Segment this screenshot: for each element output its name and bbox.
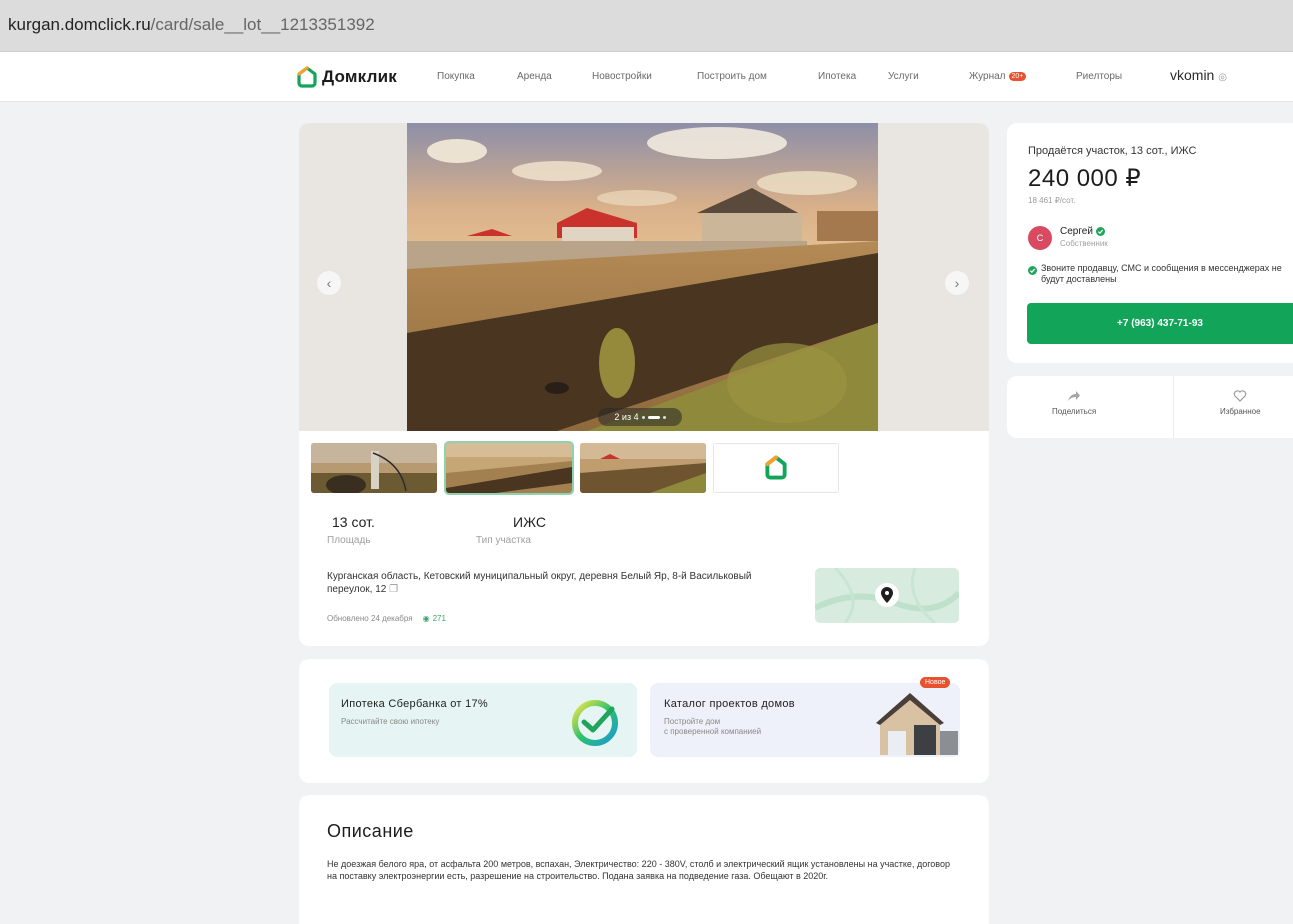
browser-url-bar[interactable]: kurgan.domclick.ru/card/sale__lot__12133… xyxy=(0,0,1293,52)
url-path: /card/sale__lot__1213351392 xyxy=(150,15,375,34)
heart-icon xyxy=(1234,390,1247,402)
gallery-prev-button[interactable]: ‹ xyxy=(317,271,341,295)
catalog-promo-card[interactable]: Каталог проектов домов Постройте дом с п… xyxy=(650,683,960,757)
actions-card: Поделиться Избранное xyxy=(1007,376,1293,438)
nav-item-journal[interactable]: Журнал 20+ xyxy=(969,71,1027,82)
seller-role: Собственник xyxy=(1060,239,1108,248)
partner-name: vkomin xyxy=(1170,67,1215,83)
contact-notice: Звоните продавцу, СМС и сообщения в месс… xyxy=(1028,263,1290,285)
top-navigation: Домклик Покупка Аренда Новостройки Постр… xyxy=(0,52,1293,102)
mortgage-promo-title: Ипотека Сбербанка от 17% xyxy=(341,698,489,710)
price-per-unit: 18 461 ₽/сот. xyxy=(1028,196,1076,205)
seller-avatar[interactable]: С xyxy=(1028,226,1052,250)
gallery-thumbnail-2[interactable] xyxy=(444,441,574,495)
brand-name: Домклик xyxy=(322,67,397,86)
nav-item-new-buildings[interactable]: Новостройки xyxy=(592,71,652,82)
partner-badge-icon: ◎ xyxy=(1218,72,1227,83)
listing-meta: Обновлено 24 декабря ◉ 271 xyxy=(327,614,446,623)
catalog-promo-title: Каталог проектов домов xyxy=(664,698,795,710)
partner-logo[interactable]: vkomin ◎ xyxy=(1170,67,1227,83)
promo-section: Ипотека Сбербанка от 17% Рассчитайте сво… xyxy=(299,659,989,783)
phone-call-button[interactable]: +7 (963) 437-71-93 xyxy=(1027,303,1293,344)
sber-logo-icon xyxy=(572,700,618,746)
thumbnail-image xyxy=(580,443,706,493)
gallery-counter: 2 из 4 xyxy=(598,408,682,426)
listing-info-card: 13 сот. Площадь ИЖС Тип участка Курганск… xyxy=(299,431,989,646)
description-text: Не доезжая белого яра, от асфальта 200 м… xyxy=(327,859,950,881)
nav-item-rent[interactable]: Аренда xyxy=(517,71,552,82)
seller-name[interactable]: Сергей xyxy=(1060,226,1105,237)
plot-type-value: ИЖС xyxy=(513,514,546,530)
mortgage-promo-subtitle: Рассчитайте свою ипотеку xyxy=(341,717,440,726)
plot-type-label: Тип участка xyxy=(476,535,531,546)
nav-item-realtors[interactable]: Риелторы xyxy=(1076,71,1122,82)
eye-icon: ◉ xyxy=(422,614,430,623)
url-text[interactable]: kurgan.domclick.ru/card/sale__lot__12133… xyxy=(8,15,375,35)
share-icon xyxy=(1068,391,1081,401)
gallery-dot xyxy=(662,415,666,419)
gallery-dot xyxy=(641,415,645,419)
gallery-thumbnail-1[interactable] xyxy=(311,443,437,493)
thumbnail-image xyxy=(311,443,437,493)
share-button[interactable]: Поделиться xyxy=(1052,390,1096,416)
favorite-button[interactable]: Избранное xyxy=(1220,390,1261,416)
contact-notice-text: Звоните продавцу, СМС и сообщения в месс… xyxy=(1041,263,1282,284)
nav-item-mortgage[interactable]: Ипотека xyxy=(818,71,856,82)
actions-divider xyxy=(1173,376,1174,438)
updated-date: Обновлено 24 декабря xyxy=(327,614,413,623)
photo-gallery[interactable]: ‹ › 2 из 4 xyxy=(299,123,989,431)
mortgage-promo-card[interactable]: Ипотека Сбербанка от 17% Рассчитайте сво… xyxy=(329,683,637,757)
seller-name-text: Сергей xyxy=(1060,226,1093,237)
view-count-value: 271 xyxy=(432,614,446,623)
listing-address: Курганская область, Кетовский муниципаль… xyxy=(327,570,797,596)
domclick-logo-icon xyxy=(297,66,317,88)
view-count: ◉ 271 xyxy=(423,614,446,623)
area-value: 13 сот. xyxy=(332,514,375,530)
gallery-next-button[interactable]: › xyxy=(945,271,969,295)
gallery-thumbnail-3[interactable] xyxy=(580,443,706,493)
share-label: Поделиться xyxy=(1052,407,1097,416)
offer-card: Продаётся участок, 13 сот., ИЖС 240 000 … xyxy=(1007,123,1293,363)
catalog-promo-subtitle-2: с проверенной компанией xyxy=(664,727,762,736)
check-circle-icon xyxy=(1028,266,1037,275)
nav-item-buy[interactable]: Покупка xyxy=(437,71,475,82)
listing-photo[interactable] xyxy=(407,123,878,431)
chevron-left-icon: ‹ xyxy=(326,275,332,291)
chevron-right-icon: › xyxy=(954,275,960,291)
map-preview[interactable] xyxy=(815,568,959,623)
offer-price: 240 000 ₽ xyxy=(1028,165,1142,192)
gallery-dot-active xyxy=(647,415,660,419)
map-image xyxy=(815,568,959,623)
gallery-thumbnail-logo[interactable] xyxy=(713,443,839,493)
nav-item-build-house[interactable]: Построить дом xyxy=(697,71,767,82)
nav-item-services[interactable]: Услуги xyxy=(888,71,919,82)
url-host: kurgan.domclick.ru xyxy=(8,15,151,34)
nav-item-journal-label: Журнал xyxy=(969,71,1006,82)
description-heading: Описание xyxy=(327,821,414,841)
new-badge: Новое xyxy=(920,677,951,688)
domclick-placeholder-icon xyxy=(765,455,787,480)
catalog-promo-subtitle-1: Постройте дом xyxy=(664,717,721,726)
house-illustration-icon xyxy=(876,693,958,755)
gallery-counter-text: 2 из 4 xyxy=(614,412,639,422)
verified-icon xyxy=(1095,227,1105,236)
thumbnail-image xyxy=(446,443,572,493)
journal-badge: 20+ xyxy=(1008,72,1027,81)
description-section: Описание Не доезжая белого яра, от асфал… xyxy=(299,795,989,924)
domclick-logo[interactable]: Домклик xyxy=(296,66,397,88)
favorite-label: Избранное xyxy=(1220,407,1261,416)
area-label: Площадь xyxy=(327,535,371,546)
copy-icon[interactable]: ❐ xyxy=(389,584,398,595)
offer-title: Продаётся участок, 13 сот., ИЖС xyxy=(1028,145,1197,157)
